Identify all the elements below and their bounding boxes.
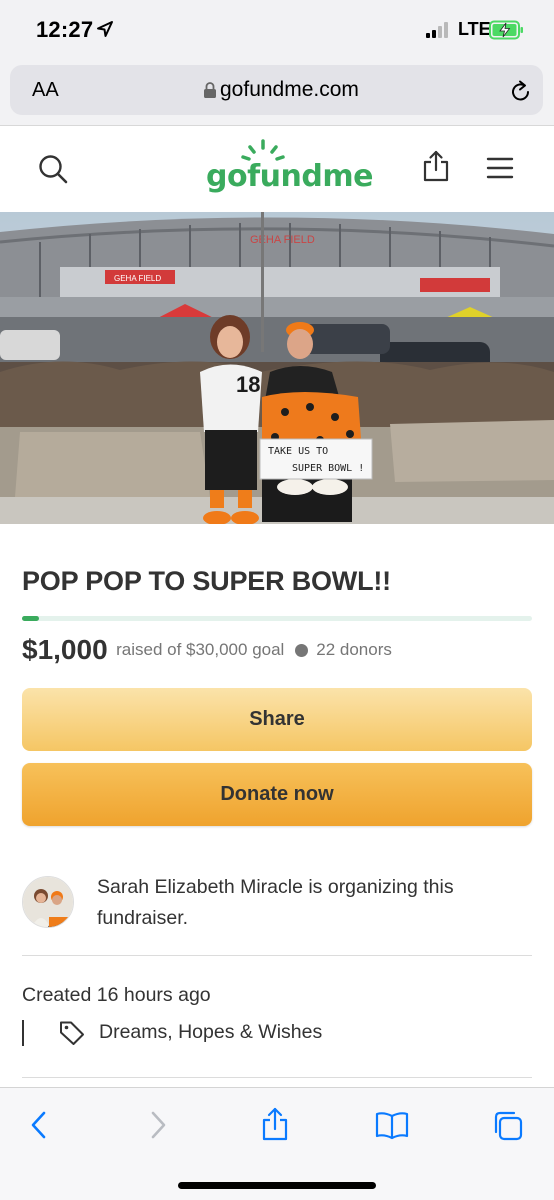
signal-strength-icon <box>426 22 448 38</box>
stadium-sign-top: GEHA FIELD <box>250 234 315 246</box>
battery-charging-icon <box>489 20 523 40</box>
category-link[interactable]: Dreams, Hopes & Wishes <box>99 1021 322 1044</box>
tabs-icon[interactable] <box>492 1110 524 1142</box>
lock-icon <box>204 82 216 98</box>
organizer-section: Sarah Elizabeth Miracle is organizing th… <box>22 870 542 940</box>
donor-count[interactable]: 22 donors <box>316 640 392 659</box>
divider <box>22 955 532 956</box>
tag-icon <box>60 1021 84 1045</box>
stadium-sign-left: GEHA FIELD <box>114 274 161 283</box>
hero-photo-illustration: GEHA FIELD GEHA FIELD 18 TAKE US TO SUPE… <box>0 212 554 524</box>
status-time: 12:27 <box>36 17 94 42</box>
organizer-text: Sarah Elizabeth Miracle is organizing th… <box>97 876 454 929</box>
share-sheet-icon[interactable] <box>260 1106 290 1142</box>
back-icon[interactable] <box>28 1110 50 1140</box>
network-type: LTE <box>458 19 491 39</box>
sign-text-line2: SUPER BOWL ! <box>292 463 364 474</box>
address-bar[interactable]: AA gofundme.com <box>10 65 543 115</box>
campaign-hero-image: GEHA FIELD GEHA FIELD 18 TAKE US TO SUPE… <box>0 212 554 524</box>
progress-bar <box>22 616 532 621</box>
home-indicator <box>178 1182 376 1189</box>
jersey-number: 18 <box>236 372 260 397</box>
sign-text-line1: TAKE US TO <box>268 446 328 457</box>
gofundme-logo[interactable]: gofundme <box>206 139 373 201</box>
category-separator <box>22 1020 24 1046</box>
browser-address-area: AA gofundme.com <box>0 62 554 126</box>
funding-summary: $1,000 raised of $30,000 goal 22 donors <box>22 634 542 670</box>
site-header: gofundme <box>0 127 554 213</box>
raised-amount: $1,000 <box>22 634 108 665</box>
logo-text: gofundme <box>206 159 373 194</box>
reload-icon[interactable] <box>510 79 532 103</box>
goal-text: raised of $30,000 goal <box>116 640 285 659</box>
share-icon[interactable] <box>422 149 450 183</box>
organizer-avatar[interactable] <box>22 876 74 928</box>
status-bar: 12:27 LTE <box>0 0 554 62</box>
location-arrow-icon <box>97 21 113 37</box>
created-time: Created 16 hours ago <box>22 984 211 1006</box>
divider <box>22 1077 532 1078</box>
share-button[interactable]: Share <box>22 688 532 751</box>
url-text: gofundme.com <box>220 78 359 101</box>
forward-icon[interactable] <box>147 1110 169 1140</box>
bookmarks-icon[interactable] <box>374 1110 410 1140</box>
text-size-label: AA <box>32 79 59 101</box>
separator-dot <box>294 643 308 657</box>
hamburger-menu-icon[interactable] <box>486 157 514 179</box>
donate-button[interactable]: Donate now <box>22 763 532 826</box>
campaign-title: POP POP TO SUPER BOWL!! <box>22 566 391 596</box>
search-icon[interactable] <box>38 154 68 184</box>
avatar-photo-illustration <box>23 877 73 927</box>
text-size-button[interactable]: AA <box>32 79 59 102</box>
progress-bar-fill <box>22 616 39 621</box>
